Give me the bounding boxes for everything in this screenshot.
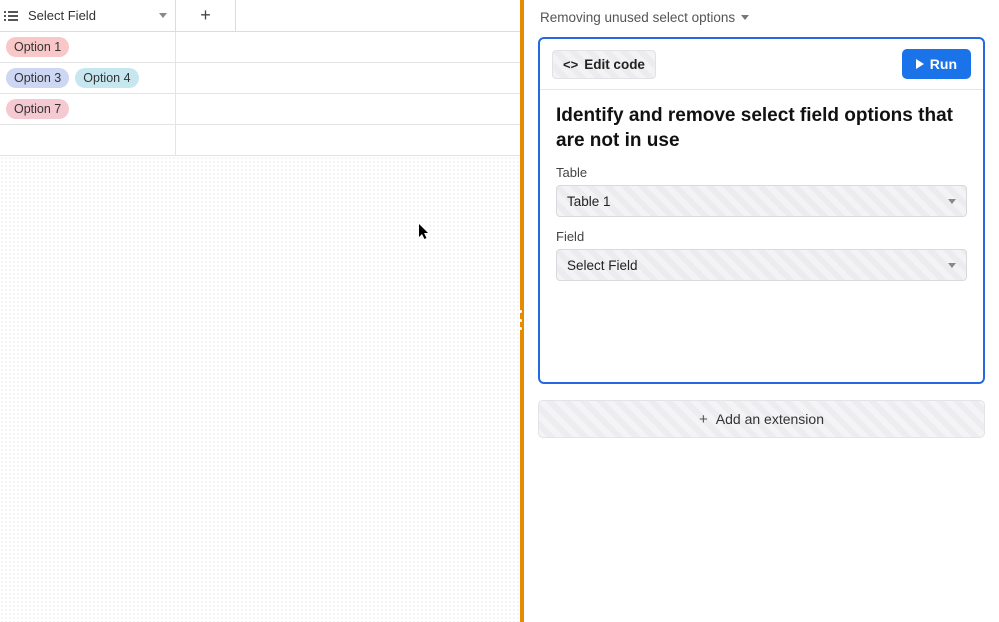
edit-code-button[interactable]: <> Edit code <box>552 50 656 79</box>
extension-heading: Identify and remove select field options… <box>556 104 967 153</box>
extension-title-dropdown[interactable]: Removing unused select options <box>538 8 985 27</box>
column-header-row: Select Field + <box>0 0 520 32</box>
table-row[interactable]: Option 7 <box>0 94 520 125</box>
table-row[interactable]: Option 1 <box>0 32 520 63</box>
table-label: Table <box>556 165 967 180</box>
table-row[interactable]: Option 3 Option 4 <box>0 63 520 94</box>
run-button[interactable]: Run <box>902 49 971 79</box>
column-header-label: Select Field <box>28 8 96 23</box>
run-label: Run <box>930 56 957 72</box>
field-select-value: Select Field <box>567 258 638 273</box>
extension-toolbar: <> Edit code Run <box>540 39 983 90</box>
option-tag: Option 4 <box>75 68 138 88</box>
pane-resize-handle[interactable] <box>517 310 523 330</box>
column-header-select-field[interactable]: Select Field <box>0 0 176 31</box>
field-select[interactable]: Select Field <box>556 249 967 281</box>
chevron-down-icon <box>741 15 749 20</box>
edit-code-label: Edit code <box>584 57 645 72</box>
play-icon <box>916 59 924 69</box>
table-select-value: Table 1 <box>567 194 611 209</box>
chevron-down-icon <box>948 199 956 204</box>
add-column-button[interactable]: + <box>176 0 236 31</box>
chevron-down-icon <box>159 13 167 18</box>
option-tag: Option 3 <box>6 68 69 88</box>
add-extension-button[interactable]: + Add an extension <box>538 400 985 438</box>
multi-select-icon <box>8 9 22 23</box>
table-row[interactable] <box>0 125 520 156</box>
table-cell[interactable] <box>0 125 176 155</box>
add-extension-label: Add an extension <box>716 411 824 427</box>
extension-panel: <> Edit code Run Identify and remove sel… <box>538 37 985 384</box>
table-cell[interactable]: Option 7 <box>0 94 176 124</box>
plus-icon: + <box>200 5 211 26</box>
option-tag: Option 1 <box>6 37 69 57</box>
code-icon: <> <box>563 57 578 72</box>
extension-title-label: Removing unused select options <box>540 10 735 25</box>
table-cell[interactable]: Option 3 Option 4 <box>0 63 176 93</box>
table-body: Option 1 Option 3 Option 4 Option 7 <box>0 32 520 156</box>
option-tag: Option 7 <box>6 99 69 119</box>
table-select[interactable]: Table 1 <box>556 185 967 217</box>
plus-icon: + <box>699 411 708 428</box>
cursor-icon <box>419 224 431 243</box>
table-cell[interactable]: Option 1 <box>0 32 176 62</box>
extension-sidebar: Removing unused select options <> Edit c… <box>524 0 999 622</box>
table-grid-area: Select Field + Option 1Option 3Option 4O… <box>0 0 524 622</box>
table: Select Field + Option 1Option 3Option 4O… <box>0 0 520 156</box>
field-form-group: Field Select Field <box>556 229 967 281</box>
field-label: Field <box>556 229 967 244</box>
table-form-group: Table Table 1 <box>556 165 967 217</box>
chevron-down-icon <box>948 263 956 268</box>
extension-body: Identify and remove select field options… <box>540 90 983 295</box>
